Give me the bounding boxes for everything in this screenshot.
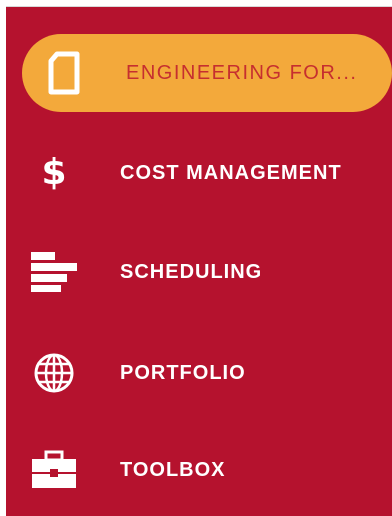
sidebar-item-toolbox[interactable]: TOOLBOX xyxy=(24,431,392,509)
sidebar-item-label: TOOLBOX xyxy=(120,458,226,481)
toolbox-icon xyxy=(24,440,84,500)
sidebar-nav: ENGINEERING FOR... $ COST MANAGEMENT SCH… xyxy=(6,6,392,516)
sidebar-item-portfolio[interactable]: PORTFOLIO xyxy=(24,334,392,412)
sidebar-item-label: SCHEDULING xyxy=(120,260,263,283)
globe-icon xyxy=(24,343,84,403)
sidebar-item-cost-management[interactable]: $ COST MANAGEMENT xyxy=(24,134,392,212)
dollar-icon: $ xyxy=(41,152,67,193)
sidebar-item-label: PORTFOLIO xyxy=(120,361,246,384)
document-icon xyxy=(34,43,94,103)
sidebar-item-scheduling[interactable]: SCHEDULING xyxy=(24,233,392,311)
sidebar-item-label: ENGINEERING FOR... xyxy=(126,61,358,84)
sidebar-item-label: COST MANAGEMENT xyxy=(120,161,342,184)
gantt-icon xyxy=(24,242,84,302)
sidebar-item-engineering[interactable]: ENGINEERING FOR... xyxy=(22,34,392,112)
